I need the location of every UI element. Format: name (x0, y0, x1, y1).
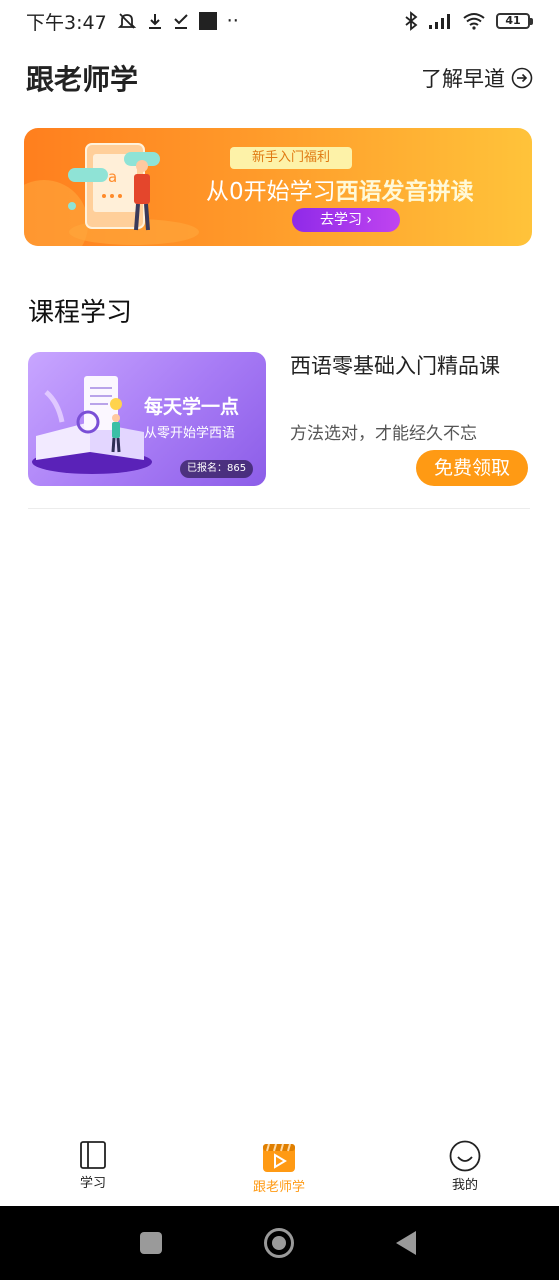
back-icon[interactable] (394, 1230, 418, 1256)
battery-tip (530, 17, 533, 25)
battery-level: 41 (496, 13, 530, 29)
banner-start-learning-button[interactable]: 去学习 › (292, 208, 400, 232)
thumbnail-title: 每天学一点 (144, 396, 240, 418)
notebook-icon (80, 1141, 106, 1169)
tab-study[interactable]: 学习 (48, 1140, 138, 1191)
page-title: 跟老师学 (26, 63, 139, 96)
enrolled-count-badge: 已报名：865 (180, 460, 254, 478)
status-bar: 下午3:47 ·· 41 (0, 0, 559, 42)
download-icon (148, 14, 161, 29)
learn-about-label: 了解早道 (421, 67, 505, 91)
page-header: 跟老师学 了解早道 (26, 56, 533, 100)
course-description: 方法选对，才能经久不忘 (290, 424, 477, 444)
mute-bell-icon (117, 13, 136, 29)
course-card[interactable]: 每天学一点 从零开始学西语 已报名：865 西语零基础入门精品课 方法选对，才能… (28, 352, 530, 492)
battery-icon: 41 (496, 13, 533, 29)
tab-profile[interactable]: 我的 (420, 1140, 510, 1193)
tab-profile-label: 我的 (451, 1178, 478, 1193)
notification-square-icon (198, 12, 217, 30)
tab-learn-with-teacher-label: 跟老师学 (252, 1180, 305, 1195)
wifi-icon (463, 13, 485, 30)
status-time: 下午3:47 (26, 11, 107, 34)
section-title-courses: 课程学习 (28, 298, 133, 328)
course-title[interactable]: 西语零基础入门精品课 (290, 352, 530, 381)
video-clapper-icon (263, 1143, 295, 1172)
smiley-face-icon (449, 1140, 481, 1172)
status-more-dots: ·· (226, 10, 239, 32)
banner-illustration: a (24, 143, 199, 246)
tab-learn-with-teacher[interactable]: 跟老师学 (234, 1140, 324, 1195)
thumbnail-subtitle: 从零开始学西语 (144, 426, 236, 441)
check-done-icon (173, 14, 188, 29)
signal-icon (429, 14, 450, 29)
tab-study-label: 学习 (79, 1176, 106, 1191)
banner-badge: 新手入门福利 (230, 147, 353, 169)
recent-apps-icon[interactable] (140, 1232, 162, 1254)
status-right: 41 (404, 11, 533, 31)
promo-banner[interactable]: a 新手入门福利 从0开始学习西语发音拼读 去学习 › (24, 128, 532, 246)
banner-art-letter: a (108, 168, 117, 186)
home-icon[interactable] (263, 1227, 295, 1259)
learn-about-link[interactable]: 了解早道 (421, 63, 533, 93)
course-thumbnail[interactable]: 每天学一点 从零开始学西语 已报名：865 (28, 352, 266, 486)
status-left: 下午3:47 ·· (26, 8, 239, 35)
course-divider (28, 508, 530, 509)
system-navigation-bar (0, 1206, 559, 1280)
free-claim-button[interactable]: 免费领取 (416, 450, 528, 486)
banner-headline-emphasis: 西语发音拼读 (335, 179, 474, 205)
bluetooth-icon (405, 11, 418, 31)
bottom-tab-bar: 学习 跟老师学 我的 (0, 1128, 559, 1206)
arrow-right-circle-icon (511, 67, 533, 89)
banner-headline-prefix: 从0开始学习 (206, 179, 336, 205)
banner-headline: 从0开始学习西语发音拼读 (206, 172, 474, 206)
